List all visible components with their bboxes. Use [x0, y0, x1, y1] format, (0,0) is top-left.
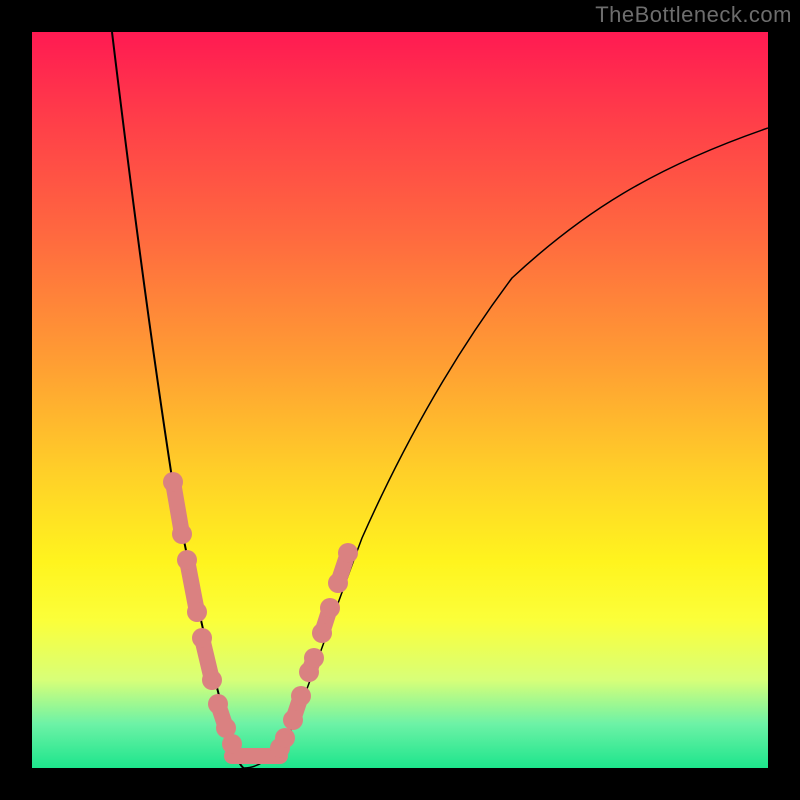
- marker-dot-left: [163, 472, 183, 492]
- watermark-text: TheBottleneck.com: [595, 2, 792, 28]
- plot-area: [32, 32, 768, 768]
- marker-dot-right: [320, 598, 340, 618]
- marker-dot-left: [187, 602, 207, 622]
- marker-dot-left: [192, 628, 212, 648]
- marker-dot-left: [172, 524, 192, 544]
- marker-dot-left: [177, 550, 197, 570]
- marker-dot-left: [222, 734, 242, 754]
- marker-dot-right: [312, 623, 332, 643]
- marker-dot-right: [304, 648, 324, 668]
- marker-dot-right: [328, 573, 348, 593]
- outer-frame: TheBottleneck.com: [0, 0, 800, 800]
- marker-dot-right: [283, 710, 303, 730]
- right-curve: [244, 128, 768, 768]
- marker-dot-right: [275, 728, 295, 748]
- marker-dot-left: [208, 694, 228, 714]
- marker-dot-left: [202, 670, 222, 690]
- chart-svg: [32, 32, 768, 768]
- marker-dot-right: [338, 543, 358, 563]
- left-curve: [112, 32, 244, 768]
- marker-dot-right: [291, 686, 311, 706]
